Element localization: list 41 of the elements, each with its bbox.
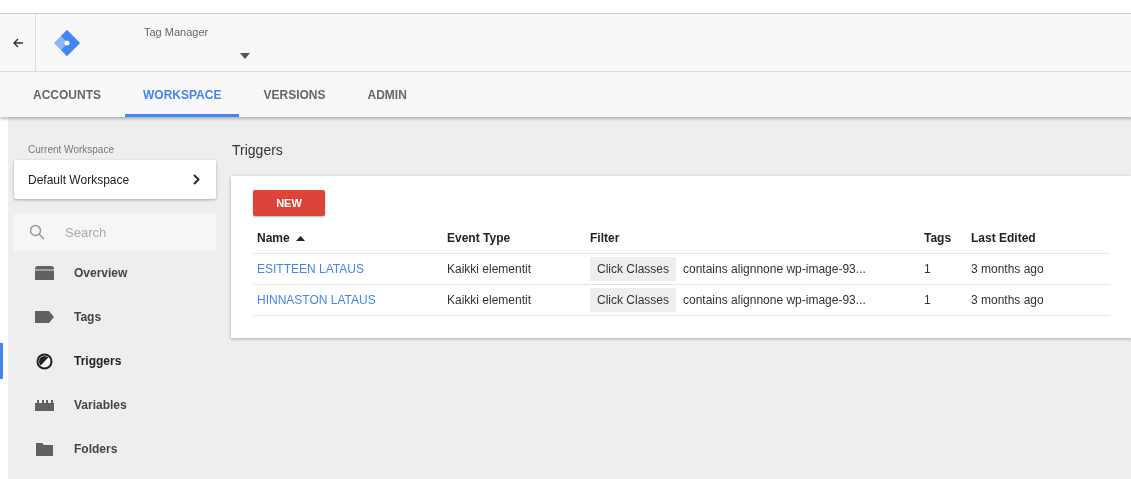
- new-button[interactable]: NEW: [253, 190, 325, 216]
- table-cell: 1: [924, 262, 931, 276]
- table-cell: 1: [924, 293, 931, 307]
- folder-icon: [35, 442, 54, 456]
- table-cell: 3 months ago: [971, 262, 1044, 276]
- sidebar-item[interactable]: Overview: [0, 255, 216, 291]
- trigger-link[interactable]: ESITTEEN LATAUS: [257, 262, 364, 276]
- briefcase-icon: [35, 266, 54, 280]
- workspace-selector[interactable]: Default Workspace: [14, 160, 216, 199]
- sidebar-item[interactable]: Triggers: [0, 343, 216, 379]
- variable-chip: Click Classes: [590, 288, 676, 312]
- sidebar-item[interactable]: Variables: [0, 387, 216, 423]
- tag-icon: [35, 311, 54, 323]
- back-arrow-icon[interactable]: [11, 36, 24, 49]
- column-header[interactable]: Name: [257, 231, 305, 245]
- table-cell: Kaikki elementit: [447, 262, 532, 276]
- tab[interactable]: VERSIONS: [245, 72, 344, 117]
- search-icon: [29, 224, 45, 240]
- sidebar-item[interactable]: Folders: [0, 431, 216, 467]
- variable-chip: Click Classes: [590, 257, 676, 281]
- chevron-right-icon: [193, 174, 200, 185]
- table-cell: contains alignnone wp-image-93...: [683, 293, 866, 307]
- table-cell: contains alignnone wp-image-93...: [683, 262, 866, 276]
- tab[interactable]: ADMIN: [349, 72, 425, 117]
- table-cell: 3 months ago: [971, 293, 1044, 307]
- column-header[interactable]: Last Edited: [971, 231, 1036, 245]
- column-header[interactable]: Filter: [590, 231, 620, 245]
- column-header[interactable]: Tags: [924, 231, 952, 245]
- page-title: Triggers: [232, 142, 284, 158]
- blocks-icon: [35, 399, 54, 411]
- table-cell: Kaikki elementit: [447, 293, 532, 307]
- product-name: Tag Manager: [144, 26, 210, 38]
- trigger-icon: [35, 352, 54, 370]
- sidebar-item[interactable]: Tags: [0, 299, 216, 335]
- section-label: Current Workspace: [28, 144, 115, 155]
- trigger-link[interactable]: HINNASTON LATAUS: [257, 293, 376, 307]
- search-field[interactable]: Search: [14, 214, 216, 251]
- dropdown-caret-icon[interactable]: [240, 53, 250, 59]
- tab[interactable]: ACCOUNTS: [15, 72, 119, 117]
- diamond-logo-icon: [52, 27, 82, 58]
- column-header[interactable]: Event Type: [447, 231, 511, 245]
